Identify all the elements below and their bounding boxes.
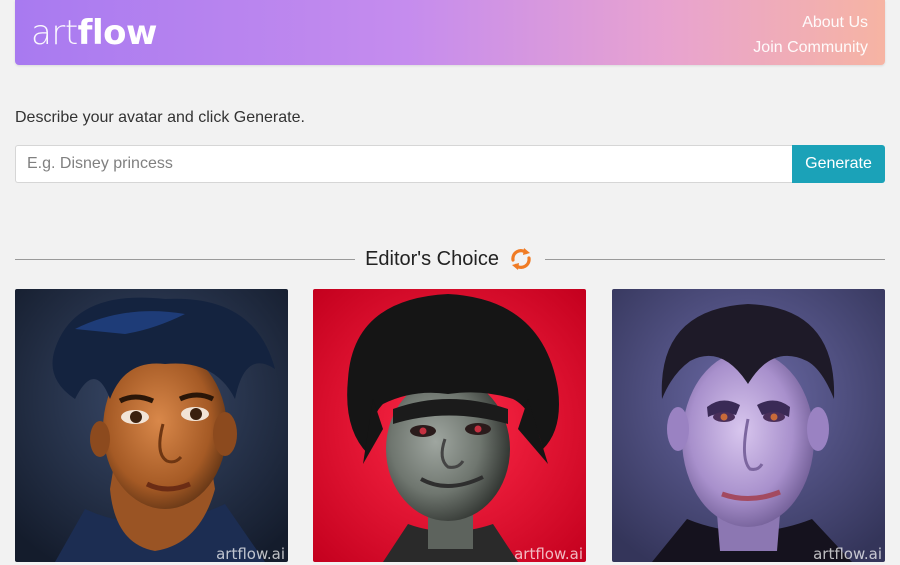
logo-text-bold: flow xyxy=(77,13,158,53)
avatar-card-1[interactable]: artflow.ai xyxy=(15,289,288,562)
nav-join-community-link[interactable]: Join Community xyxy=(753,35,868,60)
divider-line-right xyxy=(544,258,886,260)
logo-text-light: art xyxy=(31,13,78,53)
refresh-icon[interactable] xyxy=(507,245,535,273)
prompt-form: Generate xyxy=(15,145,885,183)
section-title: Editor's Choice xyxy=(365,247,499,270)
generate-button[interactable]: Generate xyxy=(792,145,885,183)
avatar-description-input[interactable] xyxy=(15,145,792,183)
watermark-3: artflow.ai xyxy=(813,545,882,562)
header-nav: About Us Join Community xyxy=(753,10,868,60)
divider-line-left xyxy=(15,258,356,260)
artflow-logo[interactable]: artflow xyxy=(31,13,157,53)
avatar-card-3[interactable]: artflow.ai xyxy=(612,289,885,562)
top-banner: artflow About Us Join Community xyxy=(15,0,885,65)
avatar-image-2: artflow.ai xyxy=(313,289,586,562)
section-title-wrap: Editor's Choice xyxy=(355,245,545,273)
avatar-image-3: artflow.ai xyxy=(612,289,885,562)
editors-choice-heading: Editor's Choice xyxy=(15,244,886,274)
nav-about-us-link[interactable]: About Us xyxy=(753,10,868,35)
watermark-2: artflow.ai xyxy=(514,545,583,562)
watermark-1: artflow.ai xyxy=(216,545,285,562)
avatar-image-1: artflow.ai xyxy=(15,289,288,562)
prompt-instructions: Describe your avatar and click Generate. xyxy=(15,109,305,126)
editors-choice-gallery: artflow.ai artflow.ai artflow.ai xyxy=(15,289,885,565)
avatar-card-2[interactable]: artflow.ai xyxy=(313,289,586,562)
